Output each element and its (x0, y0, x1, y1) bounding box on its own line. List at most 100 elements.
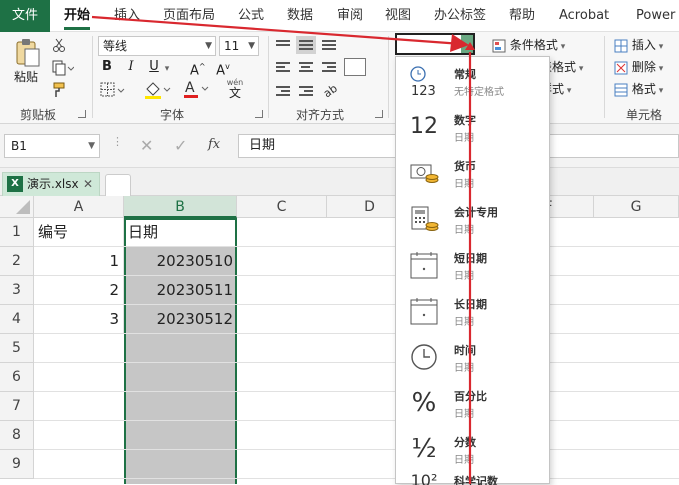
paste-icon[interactable] (14, 38, 42, 68)
number-format-currency[interactable]: 货币 日期 (396, 149, 549, 195)
tab-review[interactable]: 审阅 (337, 0, 363, 32)
row-header[interactable]: 9 (0, 450, 34, 479)
merge-center-icon[interactable] (344, 58, 366, 76)
phonetic-guide-icon[interactable]: wén 文 (225, 78, 245, 100)
chevron-down-icon: ▼ (88, 141, 95, 151)
number-format-combo[interactable] (395, 33, 475, 55)
align-center-icon[interactable] (299, 60, 315, 74)
align-left-icon[interactable] (276, 60, 292, 74)
scientific-icon: 10² (410, 471, 438, 485)
number-format-scientific[interactable]: 10² 科学记数 (396, 471, 549, 485)
decrease-indent-icon[interactable] (276, 84, 292, 98)
font-name-combo[interactable]: 等线 ▼ (98, 36, 216, 56)
name-box[interactable]: B1 ▼ (4, 134, 100, 158)
tab-data[interactable]: 数据 (287, 0, 313, 32)
currency-icon (408, 157, 440, 189)
ribbon: 粘贴 剪贴板 等线 ▼ 11 ▼ B I U ▾ A^ Av A wén 文 字体 … (0, 32, 679, 124)
grow-font-button[interactable]: A^ (190, 58, 206, 80)
number-format-short-date[interactable]: 短日期 日期 (396, 241, 549, 287)
workbook-tab[interactable]: X 演示.xlsx ✕ (2, 172, 100, 196)
column-header-g[interactable]: G (594, 196, 679, 218)
conditional-formatting-button[interactable]: 条件格式 ▾ (492, 36, 588, 56)
row-header[interactable]: 1 (0, 218, 34, 247)
bold-button[interactable]: B (100, 58, 114, 76)
cell-a2[interactable]: 1 (34, 247, 124, 276)
tab-help[interactable]: 帮助 (509, 0, 535, 32)
drag-handle-icon[interactable]: ⋮ (112, 136, 123, 154)
row-header[interactable]: 5 (0, 334, 34, 363)
row-header[interactable]: 3 (0, 276, 34, 305)
number-format-number[interactable]: 12 数字 日期 (396, 103, 549, 149)
font-launcher-icon[interactable] (255, 110, 263, 118)
insert-function-button[interactable]: fx (208, 137, 228, 157)
row-header[interactable]: 2 (0, 247, 34, 276)
clipboard-launcher-icon[interactable] (78, 110, 86, 118)
number-format-long-date[interactable]: 长日期 日期 (396, 287, 549, 333)
cell-b2[interactable]: 20230510 (124, 247, 237, 276)
number-format-time[interactable]: 时间 日期 (396, 333, 549, 379)
number-format-percent[interactable]: % 百分比 日期 (396, 379, 549, 425)
align-right-icon[interactable] (322, 60, 338, 74)
format-example: 日期 (454, 179, 474, 190)
group-label-font: 字体 (160, 108, 185, 122)
cell-a4[interactable]: 3 (34, 305, 124, 334)
row-header[interactable]: 4 (0, 305, 34, 334)
align-middle-icon[interactable] (296, 36, 316, 54)
orientation-icon[interactable]: ab (321, 80, 344, 101)
fill-color-icon[interactable] (144, 80, 172, 100)
tab-power-pivot[interactable]: Power P (636, 0, 679, 32)
italic-button[interactable]: I (124, 58, 138, 76)
format-name: 长日期 (454, 298, 487, 311)
column-header-c[interactable]: C (237, 196, 327, 218)
select-all-corner[interactable] (0, 196, 34, 218)
time-icon (408, 341, 440, 373)
increase-indent-icon[interactable] (299, 84, 315, 98)
insert-cells-button[interactable]: 插入 ▾ (614, 36, 676, 56)
tab-file[interactable]: 文件 (0, 0, 50, 32)
cell-b3[interactable]: 20230511 (124, 276, 237, 305)
paste-button[interactable]: 粘贴 (14, 68, 38, 85)
underline-button[interactable]: U (147, 58, 161, 76)
tab-acrobat[interactable]: Acrobat (559, 0, 609, 32)
row-header[interactable]: 8 (0, 421, 34, 450)
number-format-dropdown-button[interactable] (461, 35, 473, 53)
delete-cells-button[interactable]: 删除 ▾ (614, 58, 676, 78)
font-name-value: 等线 (103, 39, 128, 53)
borders-icon[interactable] (100, 82, 126, 98)
cell-b1[interactable]: 日期 (124, 218, 237, 247)
column-header-b[interactable]: B (124, 196, 237, 218)
tab-view[interactable]: 视图 (385, 0, 411, 32)
shrink-font-label: A (216, 63, 226, 79)
format-cells-button[interactable]: 格式 ▾ (614, 80, 676, 100)
underline-dropdown-icon[interactable]: ▾ (163, 59, 171, 78)
row-header[interactable]: 7 (0, 392, 34, 421)
align-top-icon[interactable] (276, 38, 292, 52)
cell-b4[interactable]: 20230512 (124, 305, 237, 334)
column-header-a[interactable]: A (34, 196, 124, 218)
divider (604, 36, 605, 118)
chevron-down-icon: ▾ (655, 64, 664, 74)
tab-insert[interactable]: 插入 (114, 0, 140, 32)
align-bottom-icon[interactable] (322, 38, 338, 52)
number-format-general[interactable]: 123 常规 无特定格式 (396, 57, 549, 103)
tab-office-tab[interactable]: 办公标签 (434, 0, 486, 32)
number-format-accounting[interactable]: 会计专用 日期 (396, 195, 549, 241)
shrink-font-button[interactable]: Av (216, 58, 230, 80)
tab-page-layout[interactable]: 页面布局 (163, 0, 215, 32)
format-name: 分数 (454, 436, 476, 449)
format-painter-icon[interactable] (52, 82, 68, 98)
cell-a3[interactable]: 2 (34, 276, 124, 305)
new-workbook-tab-button[interactable] (105, 174, 131, 196)
alignment-launcher-icon[interactable] (375, 110, 383, 118)
tab-formulas[interactable]: 公式 (238, 0, 264, 32)
font-color-icon[interactable]: A (183, 78, 211, 100)
cell-a1[interactable]: 编号 (34, 218, 124, 247)
cancel-edit-icon[interactable]: ✕ (140, 136, 156, 156)
confirm-edit-icon[interactable]: ✓ (174, 136, 190, 156)
font-size-combo[interactable]: 11 ▼ (219, 36, 259, 56)
cut-icon[interactable] (52, 38, 66, 52)
number-format-fraction[interactable]: ½ 分数 日期 (396, 425, 549, 471)
copy-icon[interactable] (52, 60, 75, 76)
row-header[interactable]: 6 (0, 363, 34, 392)
close-icon[interactable]: ✕ (83, 173, 93, 195)
